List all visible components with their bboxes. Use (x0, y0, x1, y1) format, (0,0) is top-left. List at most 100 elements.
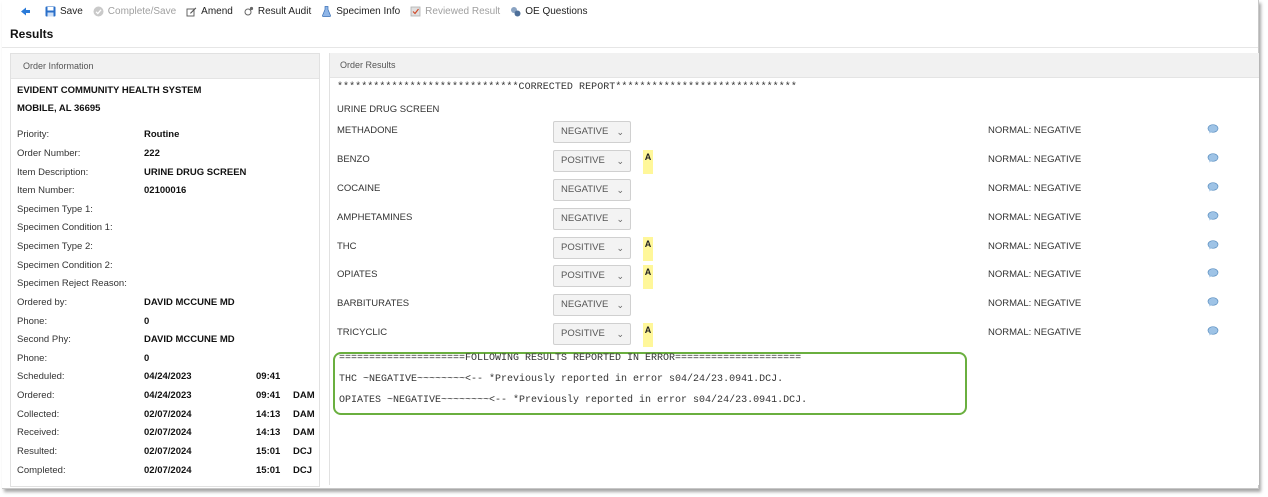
event-row-completed: Completed: 02/07/2024 15:01 DCJ (17, 465, 313, 476)
abnormal-flag: A (643, 265, 653, 289)
error-results-highlight: =====================FOLLOWING RESULTS R… (333, 352, 967, 415)
normal-range: NORMAL: NEGATIVE (988, 327, 1082, 338)
section-title: URINE DRUG SCREEN (337, 104, 440, 115)
result-value-select[interactable]: NEGATIVE ⌄ (553, 179, 631, 201)
chevron-down-icon: ⌄ (616, 156, 624, 166)
org-name: EVIDENT COMMUNITY HEALTH SYSTEM (17, 85, 202, 96)
normal-range: NORMAL: NEGATIVE (988, 125, 1082, 136)
result-name: METHADONE (337, 125, 398, 136)
amend-label: Amend (201, 5, 233, 17)
info-row-specimen-condition-2: Specimen Condition 2: (17, 260, 113, 271)
info-row-ordered-by: Ordered by: DAVID MCCUNE MD (17, 297, 235, 308)
specimen-info-label: Specimen Info (336, 5, 401, 17)
error-result-line-opiates: OPIATES ~NEGATIVE~~~~~~~~<-- *Previously… (339, 395, 808, 406)
info-row-phone-2: Phone: 0 (17, 353, 150, 364)
order-information-header: Order Information (11, 54, 319, 79)
specimen-info-button[interactable]: Specimen Info (321, 6, 400, 17)
title-divider (2, 47, 1258, 48)
chevron-down-icon: ⌄ (616, 185, 624, 195)
comment-bubble-icon[interactable] (1207, 240, 1219, 250)
info-row-priority: Priority: Routine (17, 129, 180, 140)
result-row-cocaine: COCAINE NEGATIVE ⌄ NORMAL: NEGATIVE (337, 179, 1257, 205)
reviewed-result-button[interactable]: Reviewed Result (410, 6, 500, 17)
specimen-flask-icon (321, 5, 332, 17)
error-result-line-thc: THC ~NEGATIVE~~~~~~~~<-- *Previously rep… (339, 374, 784, 385)
comment-bubble-icon[interactable] (1207, 268, 1219, 278)
abnormal-flag: A (643, 237, 653, 261)
info-row-item-number: Item Number: 02100016 (17, 185, 187, 196)
questions-icon (510, 6, 521, 17)
org-city: MOBILE, AL 36695 (17, 103, 101, 114)
result-name: COCAINE (337, 183, 381, 194)
normal-range: NORMAL: NEGATIVE (988, 269, 1082, 280)
result-row-amphetamines: AMPHETAMINES NEGATIVE ⌄ NORMAL: NEGATIVE (337, 208, 1257, 234)
comment-bubble-icon[interactable] (1207, 326, 1219, 336)
reviewed-result-label: Reviewed Result (425, 5, 501, 17)
order-information-panel: Order Information EVIDENT COMMUNITY HEAL… (10, 53, 320, 487)
oe-questions-button[interactable]: OE Questions (510, 6, 587, 17)
audit-icon (243, 6, 254, 17)
normal-range: NORMAL: NEGATIVE (988, 154, 1082, 165)
normal-range: NORMAL: NEGATIVE (988, 298, 1082, 309)
result-name: BENZO (337, 154, 370, 165)
chevron-down-icon: ⌄ (616, 127, 624, 137)
result-row-thc: THC POSITIVE ⌄ A NORMAL: NEGATIVE (337, 237, 1257, 263)
result-audit-label: Result Audit (257, 5, 312, 17)
info-row-specimen-type-2: Specimen Type 2: (17, 241, 93, 252)
result-name: OPIATES (337, 269, 378, 280)
info-row-specimen-reject-reason: Specimen Reject Reason: (17, 278, 127, 289)
results-window: Save Complete/Save Amend Result Audit Sp… (2, 0, 1259, 489)
page-title: Results (10, 27, 54, 41)
save-label: Save (60, 5, 83, 17)
error-results-header: =====================FOLLOWING RESULTS R… (339, 353, 802, 364)
result-value-select[interactable]: POSITIVE ⌄ (553, 150, 631, 172)
reviewed-icon (410, 6, 421, 17)
event-row-received: Received: 02/07/2024 14:13 DAM (17, 427, 315, 438)
save-button[interactable]: Save (45, 6, 83, 17)
amend-pencil-icon (186, 6, 197, 17)
result-value-select[interactable]: NEGATIVE ⌄ (553, 208, 631, 230)
comment-bubble-icon[interactable] (1207, 297, 1219, 307)
result-value-select[interactable]: NEGATIVE ⌄ (553, 294, 631, 316)
event-row-collected: Collected: 02/07/2024 14:13 DAM (17, 409, 315, 420)
event-row-ordered: Ordered: 04/24/2023 09:41 DAM (17, 390, 315, 401)
toolbar: Save Complete/Save Amend Result Audit Sp… (2, 0, 1258, 22)
normal-range: NORMAL: NEGATIVE (988, 241, 1082, 252)
abnormal-flag: A (643, 150, 653, 174)
result-name: AMPHETAMINES (337, 212, 413, 223)
amend-button[interactable]: Amend (186, 6, 233, 17)
result-row-barbiturates: BARBITURATES NEGATIVE ⌄ NORMAL: NEGATIVE (337, 294, 1257, 320)
comment-bubble-icon[interactable] (1207, 211, 1219, 221)
info-row-item-description: Item Description: URINE DRUG SCREEN (17, 167, 247, 178)
corrected-report-banner: ******************************CORRECTED … (337, 82, 797, 93)
comment-bubble-icon[interactable] (1207, 124, 1219, 134)
event-row-scheduled: Scheduled: 04/24/2023 09:41 (17, 371, 281, 382)
comment-bubble-icon[interactable] (1207, 182, 1219, 192)
result-value-select[interactable]: POSITIVE ⌄ (553, 237, 631, 259)
complete-save-button[interactable]: Complete/Save (93, 6, 176, 17)
result-name: TRICYCLIC (337, 327, 388, 338)
result-name: BARBITURATES (337, 298, 410, 309)
result-value-select[interactable]: NEGATIVE ⌄ (553, 121, 631, 143)
result-value-select[interactable]: POSITIVE ⌄ (553, 323, 631, 345)
order-results-header: Order Results (330, 53, 1259, 78)
chevron-down-icon: ⌄ (616, 271, 624, 281)
chevron-down-icon: ⌄ (616, 329, 624, 339)
normal-range: NORMAL: NEGATIVE (988, 212, 1082, 223)
event-row-resulted: Resulted: 02/07/2024 15:01 DCJ (17, 446, 313, 457)
result-value-select[interactable]: POSITIVE ⌄ (553, 265, 631, 287)
abnormal-flag: A (643, 323, 653, 347)
back-button[interactable] (20, 6, 35, 17)
info-row-second-phy: Second Phy: DAVID MCCUNE MD (17, 334, 235, 345)
normal-range: NORMAL: NEGATIVE (988, 183, 1082, 194)
result-audit-button[interactable]: Result Audit (243, 6, 311, 17)
chevron-down-icon: ⌄ (616, 300, 624, 310)
info-row-specimen-type-1: Specimen Type 1: (17, 204, 93, 215)
comment-bubble-icon[interactable] (1207, 153, 1219, 163)
chevron-down-icon: ⌄ (616, 214, 624, 224)
info-row-specimen-condition-1: Specimen Condition 1: (17, 222, 113, 233)
oe-questions-label: OE Questions (525, 5, 588, 17)
info-row-phone: Phone: 0 (17, 316, 150, 327)
result-row-methadone: METHADONE NEGATIVE ⌄ NORMAL: NEGATIVE (337, 121, 1257, 147)
result-row-benzo: BENZO POSITIVE ⌄ A NORMAL: NEGATIVE (337, 150, 1257, 176)
